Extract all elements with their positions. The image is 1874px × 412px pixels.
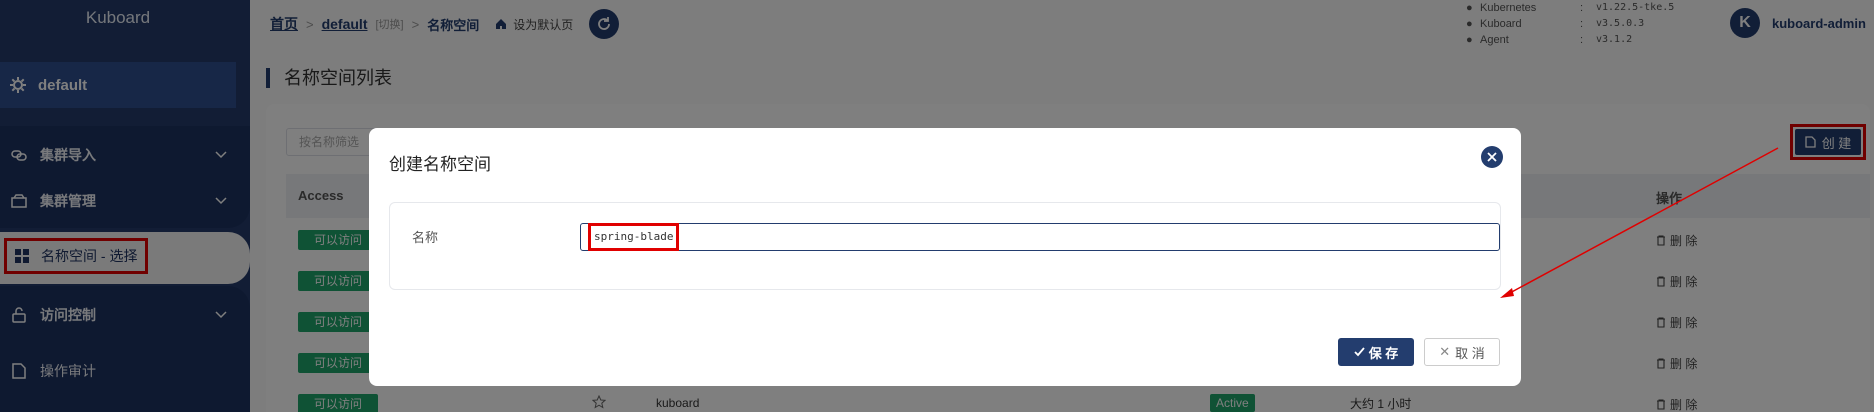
close-icon bbox=[1487, 152, 1497, 162]
save-label: 保 存 bbox=[1368, 345, 1399, 361]
name-input[interactable]: spring-blade bbox=[580, 223, 1500, 251]
dialog-title: 创建名称空间 bbox=[389, 155, 491, 174]
close-icon: ✕ bbox=[1439, 344, 1451, 359]
close-button[interactable] bbox=[1481, 146, 1503, 168]
save-button[interactable]: 保 存 bbox=[1338, 338, 1414, 366]
name-label: 名称 bbox=[412, 230, 439, 245]
form-card: 名称 spring-blade bbox=[389, 202, 1501, 290]
create-namespace-dialog: 创建名称空间 名称 spring-blade 保 存 ✕ 取 消 bbox=[369, 128, 1521, 386]
name-input-value: spring-blade bbox=[588, 223, 680, 251]
check-icon bbox=[1354, 347, 1365, 357]
cancel-button[interactable]: ✕ 取 消 bbox=[1424, 338, 1500, 366]
cancel-label: 取 消 bbox=[1455, 345, 1485, 361]
